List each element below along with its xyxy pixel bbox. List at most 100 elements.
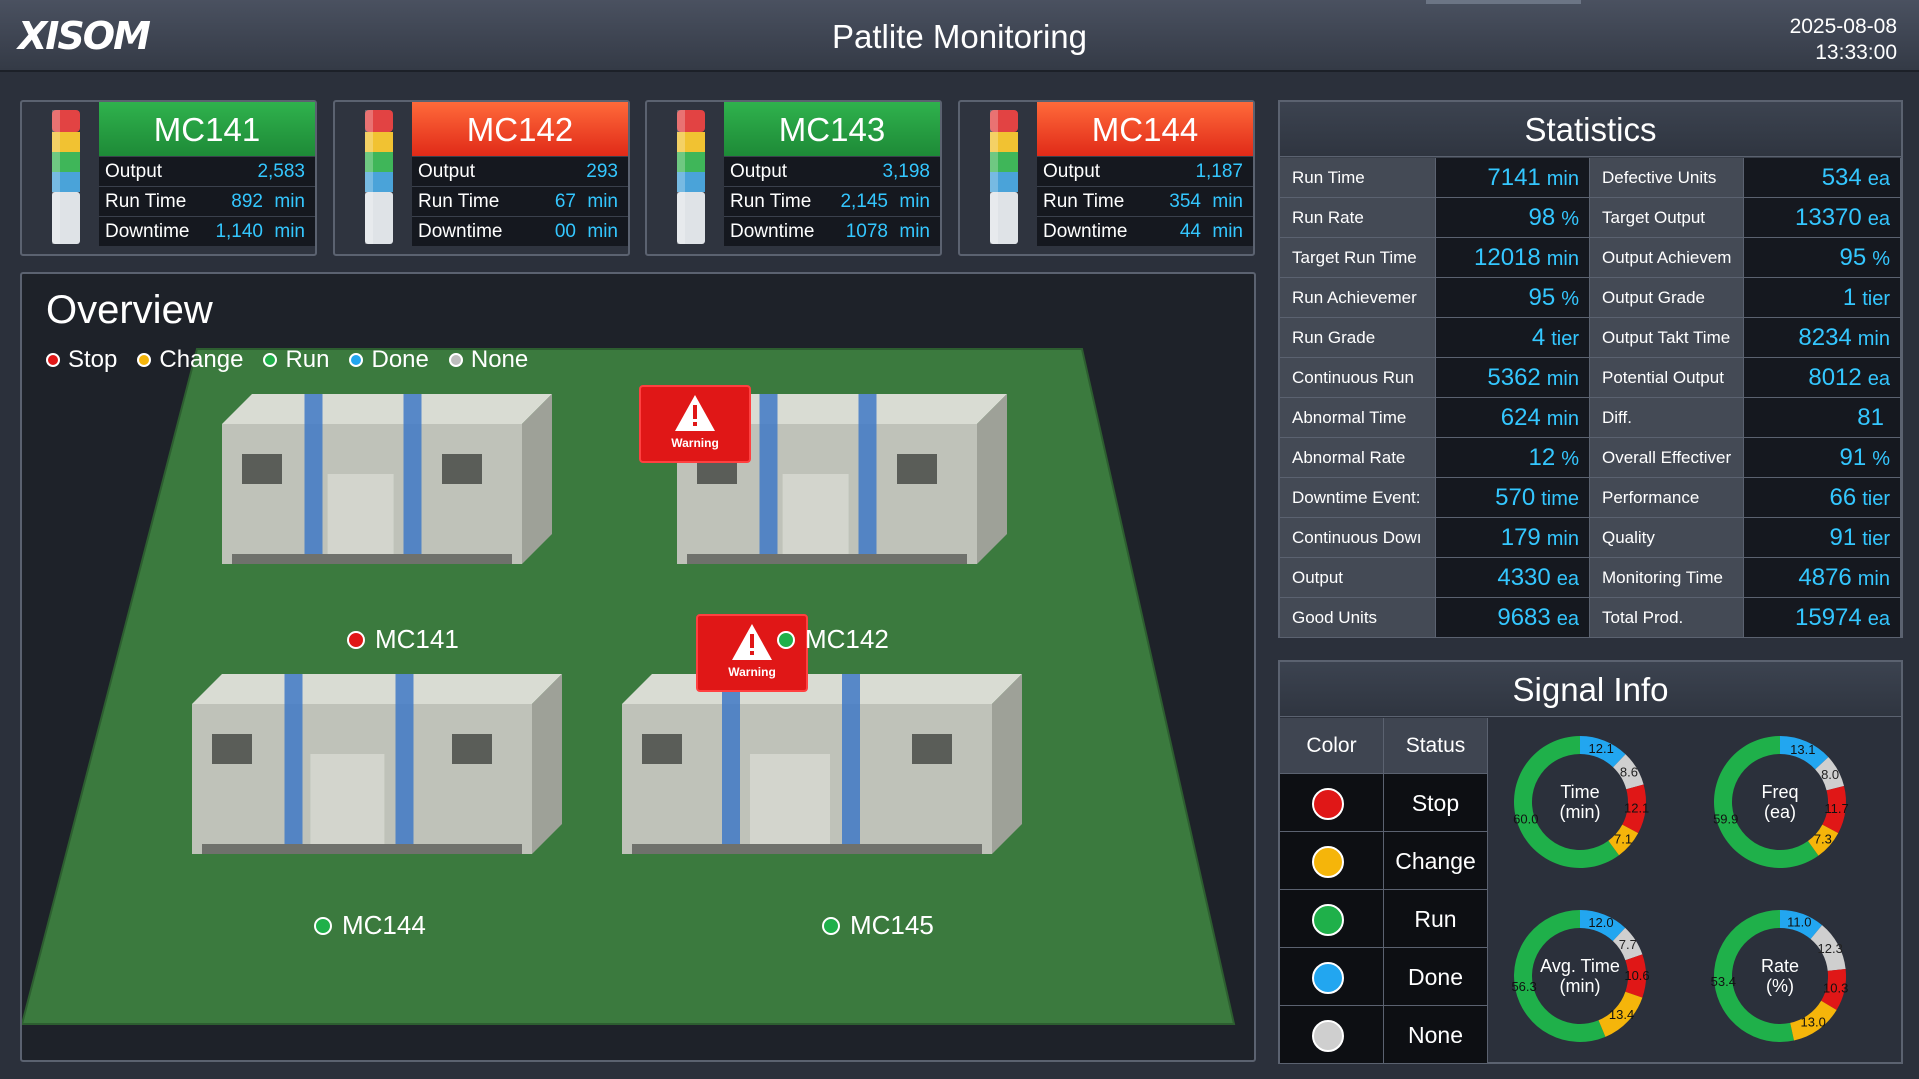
warning-badge[interactable]: Warning xyxy=(639,385,751,463)
signal-color-cell xyxy=(1280,948,1384,1006)
stat-value: 66 xyxy=(1829,484,1857,511)
machine-card[interactable]: MC141 Output 2,583 Run Time 892 min Down… xyxy=(20,100,317,256)
legend-dot-icon xyxy=(448,353,463,367)
downtime-label: Downtime xyxy=(105,221,190,242)
machine-card[interactable]: MC142 Output 293 Run Time 67 min Downtim… xyxy=(333,100,630,256)
statistics-row: Good Units 9683 ea Total Prod. 15974 ea xyxy=(1280,598,1901,638)
signal-info-title: Signal Info xyxy=(1280,662,1901,717)
signal-tower-icon xyxy=(52,110,80,244)
stat-label: Overall Effectiver xyxy=(1590,438,1744,478)
runtime-label: Run Time xyxy=(418,191,500,212)
legend-item-none: None xyxy=(448,346,529,374)
downtime-label: Downtime xyxy=(418,221,503,242)
runtime-value: 2,145 xyxy=(840,191,888,212)
donut-center-title: Time xyxy=(1560,782,1599,802)
stat-value: 91 xyxy=(1829,524,1857,551)
stat-value: 12018 xyxy=(1474,244,1541,271)
machine-map-label[interactable]: MC142 xyxy=(777,624,889,655)
donut-slice-label: 7.3 xyxy=(1814,832,1832,847)
donut-center-title: (ea) xyxy=(1764,802,1796,822)
stat-label: Continuous Run xyxy=(1280,358,1436,398)
signal-status-cell: Stop xyxy=(1384,774,1488,832)
stat-value-cell: 91 tier xyxy=(1744,518,1901,558)
machine-3d-model[interactable] xyxy=(192,674,562,884)
stat-label: Defective Units xyxy=(1590,158,1744,198)
stat-value: 4330 xyxy=(1497,564,1551,591)
machine-downtime-row: Downtime 1,140 min xyxy=(99,216,315,246)
stat-value-cell: 66 tier xyxy=(1744,478,1901,518)
statistics-row: Abnormal Rate 12% Overall Effectiver 91% xyxy=(1280,438,1901,478)
machine-map-name: MC142 xyxy=(805,624,889,654)
stat-label: Downtime Event: xyxy=(1280,478,1436,518)
stat-value-cell: 95% xyxy=(1436,278,1590,318)
stat-label: Performance xyxy=(1590,478,1744,518)
top-bar: XISOM Patlite Monitoring 2025-08-08 13:3… xyxy=(0,0,1919,72)
stat-unit: ea xyxy=(1867,208,1890,230)
donut-slice-label: 13.0 xyxy=(1801,1014,1826,1029)
statistics-row: Abnormal Time 624 min Diff. 81 xyxy=(1280,398,1901,438)
warning-text: Warning xyxy=(671,436,719,450)
machine-card[interactable]: MC143 Output 3,198 Run Time 2,145 min Do… xyxy=(645,100,942,256)
output-value: 3,198 xyxy=(882,161,930,182)
warning-text: Warning xyxy=(728,665,776,679)
stat-label: Output Takt Time xyxy=(1590,318,1744,358)
downtime-unit: min xyxy=(587,221,618,242)
machine-map-label[interactable]: MC144 xyxy=(314,910,426,941)
stat-value-cell: 624 min xyxy=(1436,398,1590,438)
downtime-value: 00 xyxy=(554,221,576,242)
signal-tower-icon xyxy=(990,110,1018,244)
machine-body-illustration xyxy=(622,674,1022,854)
stat-label: Output Grade xyxy=(1590,278,1744,318)
donut-center-title: (min) xyxy=(1560,802,1601,822)
donut-slice-label: 13.1 xyxy=(1790,742,1815,757)
donut-slice-label: 59.9 xyxy=(1713,811,1738,826)
statistics-row: Run Rate 98% Target Output 13370 ea xyxy=(1280,198,1901,238)
stat-value-cell: 179 min xyxy=(1436,518,1590,558)
machine-output-row: Output 3,198 xyxy=(724,156,940,186)
machine-map-label[interactable]: MC141 xyxy=(347,624,459,655)
stat-unit: ea xyxy=(1867,608,1890,630)
machine-3d-model[interactable] xyxy=(222,394,552,594)
stat-value: 570 xyxy=(1495,484,1536,511)
stat-value-cell: 13370 ea xyxy=(1744,198,1901,238)
stat-unit: ea xyxy=(1556,568,1579,590)
signal-info-panel: Signal Info Color Status Stop Change Run Do… xyxy=(1278,660,1903,1064)
stat-value-cell: 570 time xyxy=(1436,478,1590,518)
stat-value: 9683 xyxy=(1497,604,1551,631)
machine-output-row: Output 2,583 xyxy=(99,156,315,186)
downtime-label: Downtime xyxy=(1043,221,1128,242)
signal-col-status-header: Status xyxy=(1384,718,1488,774)
machine-map-label[interactable]: MC145 xyxy=(822,910,934,941)
donut-slice-label: 11.7 xyxy=(1824,801,1848,816)
stat-value-cell: 9683 ea xyxy=(1436,598,1590,638)
machine-card[interactable]: MC144 Output 1,187 Run Time 354 min Down… xyxy=(958,100,1255,256)
status-dot-icon xyxy=(777,630,795,649)
donut-chart: 56.3 12.0 7.7 10.6 13.4 Avg. Time(min) xyxy=(1511,910,1650,1042)
legend-label: None xyxy=(470,346,529,373)
machine-downtime-row: Downtime 44 min xyxy=(1037,216,1253,246)
machine-downtime-row: Downtime 00 min xyxy=(412,216,628,246)
legend-dot-icon xyxy=(46,353,60,367)
statistics-row: Run Grade 4 tier Output Takt Time 8234 min xyxy=(1280,318,1901,358)
donut-center-title: Freq xyxy=(1761,782,1798,802)
stat-unit: time xyxy=(1541,488,1579,510)
stat-unit: min xyxy=(1546,408,1579,430)
machine-runtime-row: Run Time 892 min xyxy=(99,186,315,216)
stat-value: 95 xyxy=(1839,244,1867,271)
machine-name: MC144 xyxy=(1037,102,1253,156)
stat-label: Target Output xyxy=(1590,198,1744,238)
top-bar-accent xyxy=(1426,0,1581,4)
stat-value: 624 xyxy=(1500,404,1541,431)
stat-label: Run Time xyxy=(1280,158,1436,198)
machine-3d-model[interactable] xyxy=(622,674,1022,884)
datetime-display: 2025-08-08 13:33:00 xyxy=(1790,14,1897,66)
output-label: Output xyxy=(105,161,163,182)
legend-item-done: Done xyxy=(349,346,429,374)
signal-status-cell: Run xyxy=(1384,890,1488,948)
donut-slice-label: 13.4 xyxy=(1609,1007,1634,1022)
signal-tower-icon xyxy=(677,110,705,244)
output-label: Output xyxy=(1043,161,1101,182)
stat-label: Quality xyxy=(1590,518,1744,558)
donut-chart: 53.4 11.0 12.3 10.3 13.0 Rate(%) xyxy=(1711,910,1848,1042)
signal-color-dot-icon xyxy=(1312,846,1344,878)
